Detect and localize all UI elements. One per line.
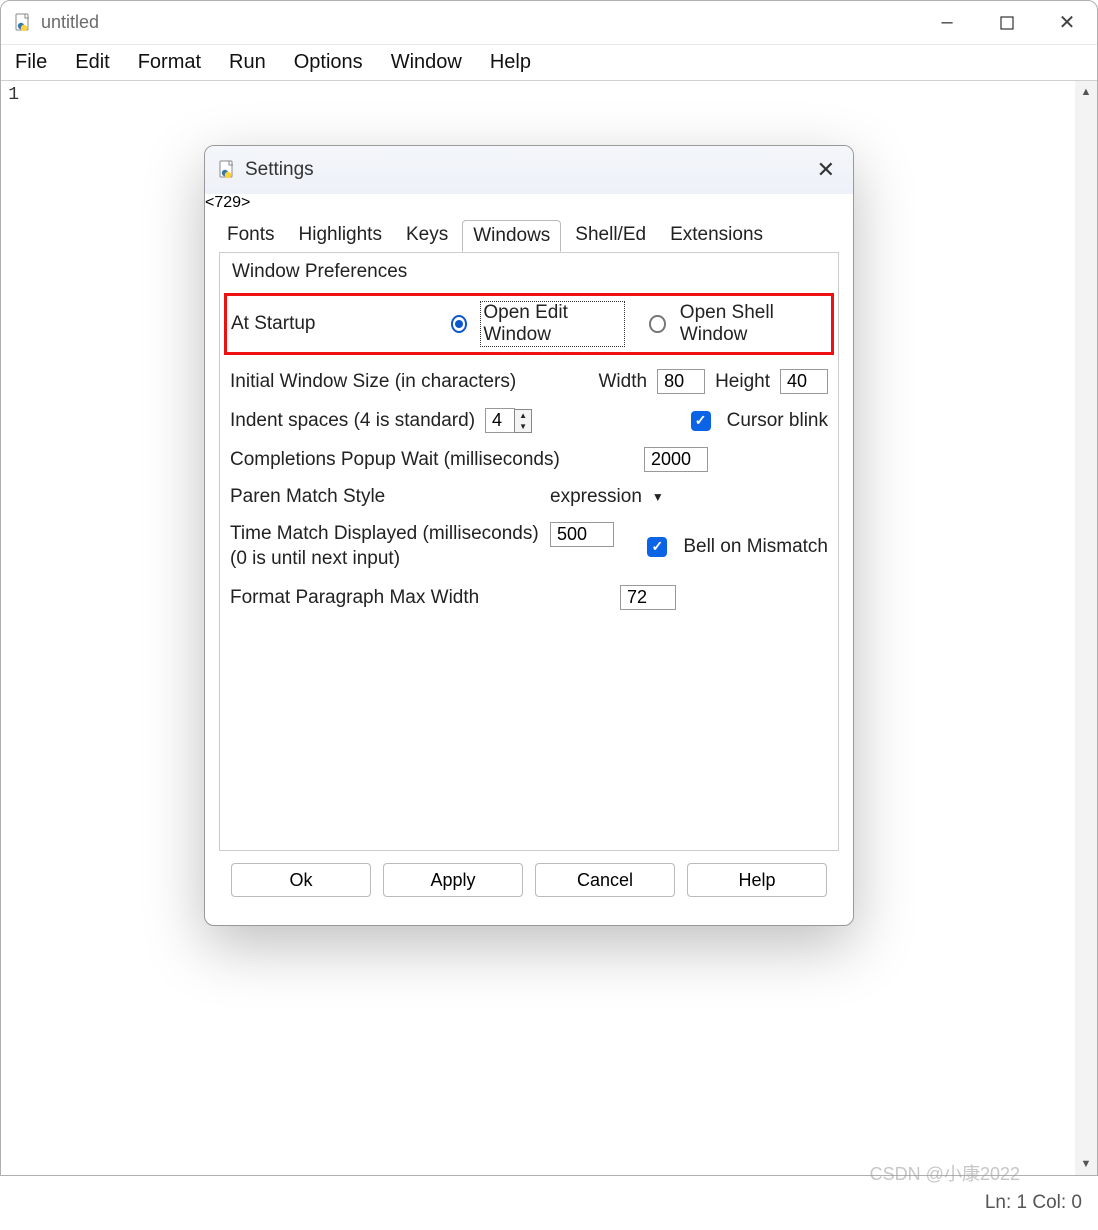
radio-open-edit-label[interactable]: Open Edit Window bbox=[481, 302, 624, 346]
frame-legend: Window Preferences bbox=[228, 261, 411, 283]
indent-row: Indent spaces (4 is standard) ▲ ▼ ✓ Curs… bbox=[230, 408, 828, 433]
minimize-button[interactable]: – bbox=[917, 1, 977, 45]
python-doc-icon bbox=[217, 160, 237, 180]
tab-extensions[interactable]: Extensions bbox=[660, 220, 773, 252]
window-preferences-frame: Window Preferences At Startup Open Edit … bbox=[219, 252, 839, 851]
dialog-titlebar: Settings ✕ bbox=[205, 146, 853, 194]
menu-run[interactable]: Run bbox=[229, 51, 266, 74]
time-match-label: Time Match Displayed (milliseconds) (0 i… bbox=[230, 522, 540, 571]
spin-up-icon[interactable]: ▲ bbox=[515, 410, 531, 421]
radio-open-shell[interactable] bbox=[649, 315, 665, 333]
time-match-input[interactable] bbox=[550, 522, 614, 547]
cursor-position: Ln: 1 Col: 0 bbox=[985, 1192, 1082, 1214]
tab-row: Fonts Highlights Keys Windows Shell/Ed E… bbox=[213, 216, 845, 252]
dialog-body: Fonts Highlights Keys Windows Shell/Ed E… bbox=[205, 212, 853, 925]
menu-options[interactable]: Options bbox=[294, 51, 363, 74]
tab-highlights[interactable]: Highlights bbox=[289, 220, 392, 252]
paren-style-label: Paren Match Style bbox=[230, 486, 540, 508]
tab-keys[interactable]: Keys bbox=[396, 220, 458, 252]
menu-edit[interactable]: Edit bbox=[75, 51, 109, 74]
gutter-line-1: 1 bbox=[1, 85, 19, 105]
cancel-button[interactable]: Cancel bbox=[535, 863, 675, 897]
time-match-row: Time Match Displayed (milliseconds) (0 i… bbox=[230, 522, 828, 571]
help-button[interactable]: Help bbox=[687, 863, 827, 897]
paren-style-select[interactable]: expression ▼ bbox=[550, 486, 664, 508]
width-label: Width bbox=[599, 371, 648, 393]
indent-label: Indent spaces (4 is standard) bbox=[230, 410, 475, 432]
format-width-row: Format Paragraph Max Width bbox=[230, 585, 828, 610]
apply-button[interactable]: Apply bbox=[383, 863, 523, 897]
format-width-input[interactable] bbox=[620, 585, 676, 610]
tab-shell-ed[interactable]: Shell/Ed bbox=[565, 220, 656, 252]
paren-style-value: expression bbox=[550, 486, 642, 508]
width-input[interactable] bbox=[657, 369, 705, 394]
cursor-blink-label: Cursor blink bbox=[727, 410, 828, 432]
dialog-title: Settings bbox=[245, 159, 314, 181]
time-match-label-1: Time Match Displayed (milliseconds) bbox=[230, 523, 539, 544]
python-doc-icon bbox=[13, 13, 33, 33]
settings-dialog: Settings ✕ <729> Fonts Highlights Keys W… bbox=[204, 145, 854, 926]
window-controls: – ✕ bbox=[917, 1, 1097, 45]
completions-input[interactable] bbox=[644, 447, 708, 472]
scroll-down-icon[interactable]: ▼ bbox=[1075, 1153, 1097, 1175]
menu-window[interactable]: Window bbox=[391, 51, 462, 74]
radio-open-edit[interactable] bbox=[451, 315, 467, 333]
radio-open-shell-label[interactable]: Open Shell Window bbox=[680, 302, 827, 346]
menu-help[interactable]: Help bbox=[490, 51, 531, 74]
dialog-close-icon[interactable]: ✕ bbox=[809, 153, 843, 187]
maximize-button[interactable] bbox=[977, 1, 1037, 45]
window-title: untitled bbox=[41, 12, 99, 33]
line-gutter: 1 bbox=[1, 81, 21, 1175]
chevron-down-icon: ▼ bbox=[652, 490, 664, 504]
indent-input[interactable] bbox=[485, 408, 515, 433]
window-size-label: Initial Window Size (in characters) bbox=[230, 371, 589, 393]
bell-mismatch-checkbox[interactable]: ✓ bbox=[647, 537, 667, 557]
tab-fonts[interactable]: Fonts bbox=[217, 220, 285, 252]
format-width-label: Format Paragraph Max Width bbox=[230, 587, 610, 609]
spin-down-icon[interactable]: ▼ bbox=[515, 421, 531, 432]
scroll-up-icon[interactable]: ▲ bbox=[1075, 81, 1097, 103]
menu-format[interactable]: Format bbox=[138, 51, 201, 74]
menubar: File Edit Format Run Options Window Help bbox=[1, 45, 1097, 81]
startup-label: At Startup bbox=[231, 313, 431, 335]
window-size-row: Initial Window Size (in characters) Widt… bbox=[230, 369, 828, 394]
watermark-text: CSDN @小康2022 bbox=[870, 1160, 1020, 1186]
vertical-scrollbar[interactable]: ▲ ▼ bbox=[1075, 81, 1097, 1175]
ok-button[interactable]: Ok bbox=[231, 863, 371, 897]
height-label: Height bbox=[715, 371, 770, 393]
paren-style-row: Paren Match Style expression ▼ bbox=[230, 486, 828, 508]
height-input[interactable] bbox=[780, 369, 828, 394]
time-match-label-2: (0 is until next input) bbox=[230, 548, 400, 569]
spinner-buttons[interactable]: ▲ ▼ bbox=[514, 409, 532, 433]
status-bar: CSDN @小康2022 Ln: 1 Col: 0 bbox=[0, 1176, 1098, 1230]
bell-mismatch-label: Bell on Mismatch bbox=[683, 536, 828, 558]
close-button[interactable]: ✕ bbox=[1037, 1, 1097, 45]
startup-row: At Startup Open Edit Window Open Shell W… bbox=[224, 293, 834, 355]
titlebar: untitled – ✕ bbox=[1, 1, 1097, 45]
completions-row: Completions Popup Wait (milliseconds) bbox=[230, 447, 828, 472]
menu-file[interactable]: File bbox=[15, 51, 47, 74]
indent-spinner[interactable]: ▲ ▼ bbox=[485, 408, 532, 433]
completions-label: Completions Popup Wait (milliseconds) bbox=[230, 449, 634, 471]
tab-windows[interactable]: Windows bbox=[462, 220, 561, 252]
cursor-blink-checkbox[interactable]: ✓ bbox=[691, 411, 711, 431]
dialog-button-row: Ok Apply Cancel Help bbox=[213, 851, 845, 913]
